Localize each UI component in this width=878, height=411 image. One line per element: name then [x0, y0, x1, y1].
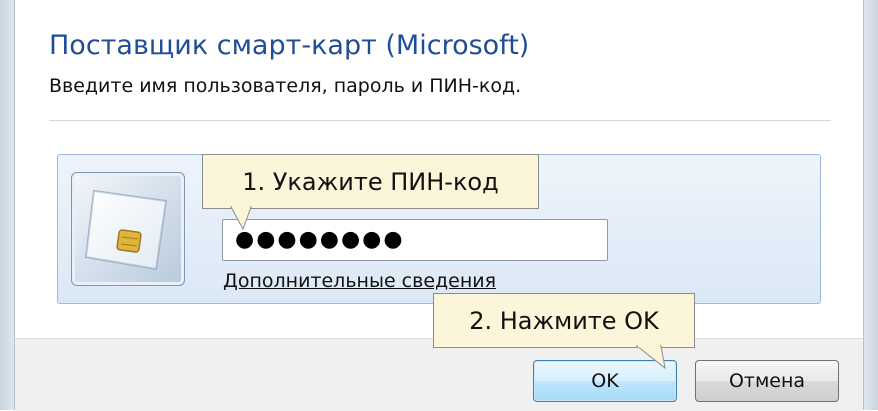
dialog-window: Поставщик смарт-карт (Microsoft) Введите… [0, 0, 878, 411]
annotation-step1: 1. Укажите ПИН-код [202, 154, 539, 209]
annotation-step2-pointer [635, 345, 666, 370]
pin-input[interactable]: ●●●●●●●● [222, 219, 608, 261]
annotation-step2: 2. Нажмите OK [433, 293, 695, 348]
dialog-content: Поставщик смарт-карт (Microsoft) Введите… [15, 0, 863, 411]
window-frame-left [0, 0, 15, 410]
divider [49, 120, 831, 121]
dialog-title: Поставщик смарт-карт (Microsoft) [49, 30, 530, 61]
dialog-instructions: Введите имя пользователя, пароль и ПИН-к… [49, 75, 522, 97]
annotation-step1-pointer [230, 206, 252, 231]
window-frame-right [863, 0, 878, 410]
more-info-link[interactable]: Дополнительные сведения [223, 270, 496, 292]
smart-card-icon [71, 172, 185, 286]
cancel-button[interactable]: Отмена [695, 360, 839, 402]
